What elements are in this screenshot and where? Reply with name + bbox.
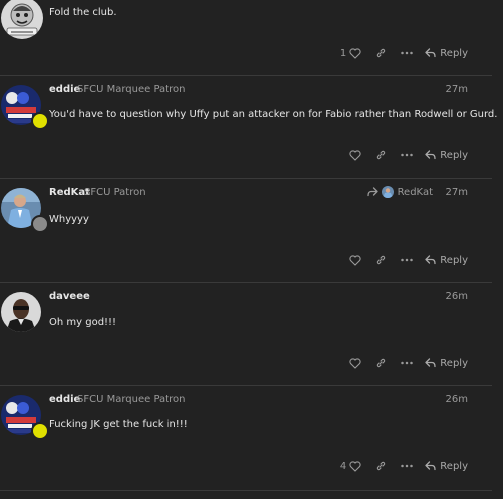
post-date[interactable]: 26m	[446, 291, 468, 302]
user-title: SFCU Marquee Patron	[77, 394, 186, 405]
reply-button[interactable]: Reply	[425, 48, 468, 59]
reply-label: Reply	[440, 357, 468, 369]
post-4: eddie SFCU Marquee Patron 26m Fucking JK…	[0, 386, 503, 499]
status-dot	[31, 112, 49, 130]
ellipsis-icon[interactable]	[401, 258, 414, 262]
post-date[interactable]: 27m	[446, 187, 468, 198]
post-actions: 4 Reply	[340, 458, 468, 474]
reply-arrow-icon	[425, 255, 436, 265]
ellipsis-icon[interactable]	[401, 361, 414, 365]
heart-icon[interactable]	[349, 460, 361, 472]
link-icon[interactable]	[375, 149, 387, 161]
post-actions: Reply	[349, 252, 468, 268]
reply-arrow-icon	[425, 48, 436, 58]
ellipsis-icon[interactable]	[401, 464, 414, 468]
post-body: Fucking JK get the fuck in!!!	[49, 419, 188, 430]
like-count[interactable]: 4	[340, 461, 346, 472]
reply-label: Reply	[440, 149, 468, 161]
post-actions: Reply	[349, 147, 468, 163]
username[interactable]: eddie	[49, 84, 80, 95]
heart-icon[interactable]	[349, 254, 361, 266]
reply-arrow-icon	[425, 358, 436, 368]
link-icon[interactable]	[375, 460, 387, 472]
reply-label: Reply	[440, 47, 468, 59]
user-title: SFCU Patron	[84, 187, 146, 198]
post-actions: 1 Reply	[340, 45, 468, 61]
reply-arrow-icon	[425, 150, 436, 160]
avatar[interactable]	[1, 0, 43, 39]
reply-button[interactable]: Reply	[425, 358, 468, 369]
post-date[interactable]: 26m	[446, 394, 468, 405]
reply-arrow-icon	[425, 461, 436, 471]
link-icon[interactable]	[375, 357, 387, 369]
post-date[interactable]: 27m	[446, 84, 468, 95]
username[interactable]: daveee	[49, 291, 90, 302]
reply-label: Reply	[440, 254, 468, 266]
reply-to-avatar	[381, 186, 394, 198]
user-title: SFCU Marquee Patron	[77, 84, 186, 95]
post-actions: Reply	[349, 355, 468, 371]
status-dot	[31, 215, 49, 233]
reply-to-username: RedKat	[397, 186, 433, 198]
ellipsis-icon[interactable]	[401, 51, 414, 55]
post-0: Fold the club. 1 Reply	[0, 0, 503, 76]
reply-button[interactable]: Reply	[425, 255, 468, 266]
post-3: daveee 26m Oh my god!!! Reply	[0, 283, 503, 386]
reply-button[interactable]: Reply	[425, 461, 468, 472]
heart-icon[interactable]	[349, 357, 361, 369]
post-1: eddie SFCU Marquee Patron 27m You'd have…	[0, 76, 503, 179]
reply-share-icon	[366, 187, 378, 197]
username[interactable]: eddie	[49, 394, 80, 405]
post-body: Oh my god!!!	[49, 317, 117, 328]
link-icon[interactable]	[375, 254, 387, 266]
topic-stream: Fold the club. 1 Reply eddie SFCU Marque…	[0, 0, 503, 499]
reply-button[interactable]: Reply	[425, 150, 468, 161]
reply-label: Reply	[440, 460, 468, 472]
post-body: You'd have to question why Uffy put an a…	[49, 109, 498, 120]
ellipsis-icon[interactable]	[401, 153, 414, 157]
post-body: Whyyyy	[49, 214, 89, 225]
like-count[interactable]: 1	[340, 48, 346, 59]
heart-icon[interactable]	[349, 149, 361, 161]
post-body: Fold the club.	[49, 7, 117, 18]
avatar[interactable]	[1, 292, 41, 332]
heart-icon[interactable]	[349, 47, 361, 59]
reply-to-tab[interactable]: RedKat	[366, 186, 433, 198]
post-divider	[0, 490, 492, 491]
link-icon[interactable]	[375, 47, 387, 59]
status-dot	[31, 422, 49, 440]
post-2: RedKat SFCU Patron RedKat 27m Whyyyy Rep…	[0, 179, 503, 283]
